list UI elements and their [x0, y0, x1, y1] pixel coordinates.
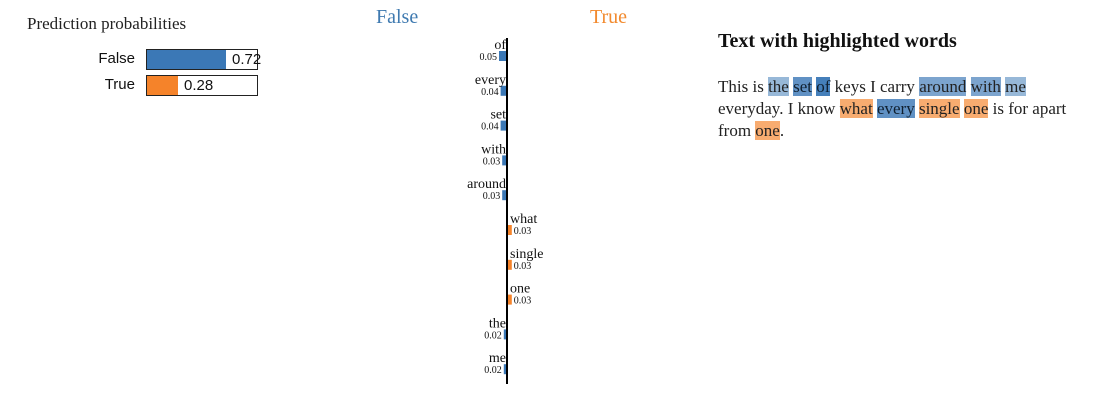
highlighted-text-title: Text with highlighted words	[718, 30, 957, 52]
proba-bar-true: 0.28	[146, 75, 258, 96]
weight-value-of: 0.05	[480, 52, 498, 63]
weight-word-of: of	[494, 38, 506, 53]
highlight-token: I	[870, 77, 876, 96]
highlight-token: is	[992, 99, 1004, 118]
highlight-token: keys	[834, 77, 866, 96]
highlight-token: everyday.	[718, 99, 784, 118]
highlight-token: know	[797, 99, 836, 118]
weight-word-with: with	[481, 142, 506, 157]
highlighted-text-body: This is the set of keys I carry around w…	[718, 76, 1088, 142]
highlight-token: single	[918, 99, 960, 118]
highlight-token: of	[816, 77, 831, 96]
weight-value-one: 0.03	[514, 296, 532, 307]
weight-word-set: set	[490, 108, 506, 123]
highlight-token: with	[970, 77, 1001, 96]
highlight-token: apart	[1032, 99, 1067, 118]
class-header-true: True	[590, 6, 628, 28]
weight-word-me: me	[489, 351, 506, 366]
proba-bar-false: 0.72	[146, 49, 262, 70]
weight-word-what: what	[510, 212, 537, 227]
proba-fill-true	[147, 76, 178, 95]
weight-value-single: 0.03	[514, 261, 532, 272]
highlight-token: carry	[880, 77, 915, 96]
highlight-token: is	[752, 77, 764, 96]
proba-label-true: True	[104, 76, 135, 93]
weight-word-single: single	[510, 247, 543, 262]
highlight-token: the	[768, 77, 789, 96]
proba-value-false: 0.72	[232, 51, 262, 68]
weight-value-what: 0.03	[514, 226, 532, 237]
highlight-token: set	[793, 77, 812, 96]
class-header-false: False	[376, 6, 419, 28]
weight-value-every: 0.04	[481, 87, 499, 98]
proba-row-true: True 0.28	[0, 75, 270, 96]
highlight-token: me	[1005, 77, 1026, 96]
weight-value-the: 0.02	[484, 330, 502, 341]
weight-value-around: 0.03	[483, 191, 501, 202]
weight-word-every: every	[475, 73, 506, 88]
weight-word-one: one	[510, 282, 530, 297]
feature-weights-chart: of0.05every0.04set0.04with0.03around0.03…	[467, 38, 543, 384]
weight-word-the: the	[489, 316, 506, 331]
highlight-token: one	[963, 99, 989, 118]
proba-row-false: False 0.72	[0, 49, 270, 70]
highlight-token: what	[839, 99, 873, 118]
highlight-token: for	[1008, 99, 1029, 118]
weight-value-me: 0.02	[484, 365, 502, 376]
weight-value-with: 0.03	[483, 156, 501, 167]
highlight-token: from	[718, 121, 752, 140]
weight-value-set: 0.04	[481, 122, 499, 133]
highlight-token: I	[787, 99, 794, 118]
highlight-token: every	[876, 99, 915, 118]
weight-word-around: around	[467, 177, 506, 192]
highlight-token: .	[779, 121, 785, 140]
highlight-token: one	[755, 121, 780, 140]
highlight-token: around	[919, 77, 967, 96]
prediction-probabilities-title: Prediction probabilities	[27, 14, 187, 33]
proba-fill-false	[147, 50, 226, 69]
proba-value-true: 0.28	[184, 77, 214, 94]
highlight-token: This	[718, 77, 749, 96]
proba-label-false: False	[98, 50, 135, 67]
